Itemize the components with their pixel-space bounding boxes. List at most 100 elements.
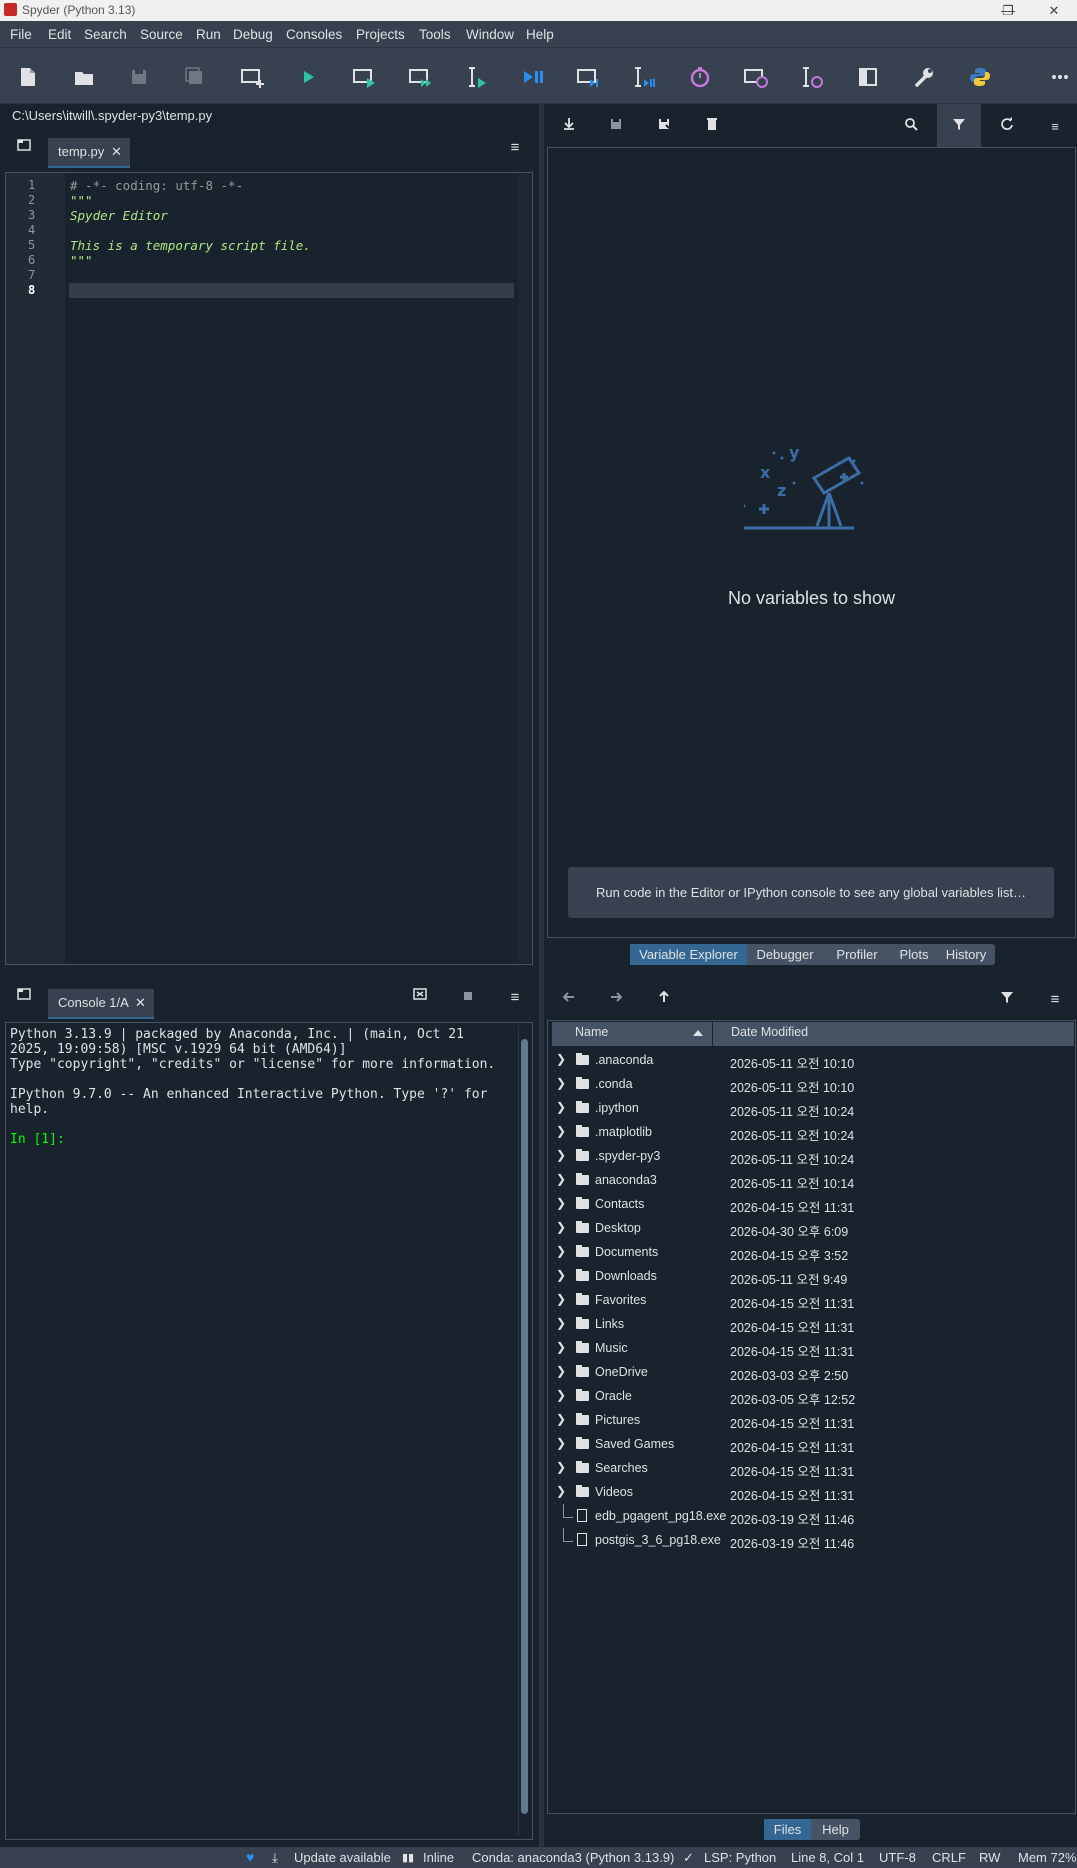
file-row[interactable]: ❯ Links 2026-04-15 오전 11:31 [552, 1312, 1072, 1336]
window-close-button[interactable]: ✕ [1031, 0, 1077, 21]
tab-temp-py[interactable]: temp.py ✕ [48, 138, 130, 168]
refresh-variables-icon[interactable] [995, 115, 1019, 139]
menu-run[interactable]: Run [196, 27, 221, 42]
file-row[interactable]: ❯ .ipython 2026-05-11 오전 10:24 [552, 1096, 1072, 1120]
column-header-date[interactable]: Date Modified [731, 1025, 808, 1039]
filter-variables-icon[interactable] [947, 115, 971, 139]
file-row[interactable]: ❯ Desktop 2026-04-30 오후 6:09 [552, 1216, 1072, 1240]
profile-cell-icon[interactable] [741, 62, 771, 92]
new-cell-icon[interactable] [237, 62, 267, 92]
file-row[interactable]: ❯ .spyder-py3 2026-05-11 오전 10:24 [552, 1144, 1072, 1168]
menu-help[interactable]: Help [526, 27, 554, 42]
save-data-as-icon[interactable] [652, 115, 676, 139]
expand-chevron-icon[interactable]: ❯ [556, 1052, 566, 1066]
expand-chevron-icon[interactable]: ❯ [556, 1244, 566, 1258]
file-row[interactable]: ❯ Saved Games 2026-04-15 오전 11:31 [552, 1432, 1072, 1456]
vertical-splitter[interactable] [539, 104, 544, 1847]
column-header-name[interactable]: Name [575, 1025, 608, 1039]
tab-profiler[interactable]: Profiler [823, 944, 891, 965]
ipython-console[interactable]: Python 3.13.9 | packaged by Anaconda, In… [5, 1022, 533, 1840]
expand-chevron-icon[interactable]: ❯ [556, 1364, 566, 1378]
file-row[interactable]: ❯ Music 2026-04-15 오전 11:31 [552, 1336, 1072, 1360]
python-path-icon[interactable] [965, 62, 995, 92]
file-row[interactable]: ❯ anaconda3 2026-05-11 오전 10:14 [552, 1168, 1072, 1192]
new-file-icon[interactable] [12, 62, 42, 92]
file-row[interactable]: ❯ Searches 2026-04-15 오전 11:31 [552, 1456, 1072, 1480]
forward-arrow-icon[interactable] [604, 988, 628, 1012]
expand-chevron-icon[interactable]: ❯ [556, 1220, 566, 1234]
run-icon[interactable] [293, 62, 323, 92]
conda-env-status[interactable]: Conda: anaconda3 (Python 3.13.9) [472, 1850, 674, 1865]
expand-chevron-icon[interactable]: ❯ [556, 1196, 566, 1210]
debug-selection-icon[interactable] [629, 62, 659, 92]
console-options-menu-icon[interactable]: ≡ [503, 986, 527, 1010]
open-file-icon[interactable] [69, 62, 99, 92]
editor-options-menu-icon[interactable]: ≡ [503, 136, 527, 160]
files-options-menu-icon[interactable]: ≡ [1043, 988, 1067, 1012]
tab-console-1a[interactable]: Console 1/A ✕ [48, 989, 154, 1019]
menu-projects[interactable]: Projects [356, 27, 405, 42]
expand-chevron-icon[interactable]: ❯ [556, 1436, 566, 1450]
menu-edit[interactable]: Edit [48, 27, 71, 42]
left-horizontal-splitter[interactable] [0, 970, 539, 980]
update-available-status[interactable]: Update available [294, 1850, 391, 1865]
expand-chevron-icon[interactable]: ❯ [556, 1100, 566, 1114]
file-row[interactable]: ❯ Pictures 2026-04-15 오전 11:31 [552, 1408, 1072, 1432]
back-arrow-icon[interactable] [557, 988, 581, 1012]
expand-chevron-icon[interactable]: ❯ [556, 1340, 566, 1354]
expand-chevron-icon[interactable]: ❯ [556, 1172, 566, 1186]
file-row[interactable]: ❯ .matplotlib 2026-05-11 오전 10:24 [552, 1120, 1072, 1144]
file-row[interactable]: ❯ Favorites 2026-04-15 오전 11:31 [552, 1288, 1072, 1312]
menu-window[interactable]: Window [466, 27, 514, 42]
tab-help[interactable]: Help [811, 1819, 860, 1840]
expand-chevron-icon[interactable]: ❯ [556, 1148, 566, 1162]
tab-history[interactable]: History [937, 944, 995, 965]
debug-cell-icon[interactable] [573, 62, 603, 92]
expand-chevron-icon[interactable]: ❯ [556, 1124, 566, 1138]
window-restore-button[interactable]: ❐ [985, 0, 1031, 21]
menu-debug[interactable]: Debug [233, 27, 273, 42]
file-row[interactable]: edb_pgagent_pg18.exe 2026-03-19 오전 11:46 [552, 1504, 1072, 1528]
close-tab-icon[interactable]: ✕ [111, 138, 122, 166]
import-data-icon[interactable] [557, 115, 581, 139]
expand-chevron-icon[interactable]: ❯ [556, 1388, 566, 1402]
menu-consoles[interactable]: Consoles [286, 27, 342, 42]
file-row[interactable]: ❯ .conda 2026-05-11 오전 10:10 [552, 1072, 1072, 1096]
expand-chevron-icon[interactable]: ❯ [556, 1076, 566, 1090]
save-data-icon[interactable] [604, 115, 628, 139]
menu-search[interactable]: Search [84, 27, 127, 42]
search-variables-icon[interactable] [899, 115, 923, 139]
heart-icon[interactable]: ♥ [246, 1849, 254, 1865]
lsp-status[interactable]: LSP: Python [704, 1850, 776, 1865]
file-row[interactable]: ❯ Downloads 2026-05-11 오전 9:49 [552, 1264, 1072, 1288]
file-row[interactable]: ❯ Oracle 2026-03-05 오후 12:52 [552, 1384, 1072, 1408]
run-cell-advance-icon[interactable] [405, 62, 435, 92]
more-options-icon[interactable] [1045, 62, 1075, 92]
file-row[interactable]: ❯ .anaconda 2026-05-11 오전 10:10 [552, 1048, 1072, 1072]
inline-backend-status[interactable]: Inline [423, 1850, 454, 1865]
file-row[interactable]: postgis_3_6_pg18.exe 2026-03-19 오전 11:46 [552, 1528, 1072, 1552]
expand-chevron-icon[interactable]: ❯ [556, 1316, 566, 1330]
expand-chevron-icon[interactable]: ❯ [556, 1484, 566, 1498]
file-row[interactable]: ❯ OneDrive 2026-03-03 오후 2:50 [552, 1360, 1072, 1384]
expand-chevron-icon[interactable]: ❯ [556, 1292, 566, 1306]
file-row[interactable]: ❯ Documents 2026-04-15 오후 3:52 [552, 1240, 1072, 1264]
run-cell-icon[interactable] [349, 62, 379, 92]
expand-chevron-icon[interactable]: ❯ [556, 1412, 566, 1426]
close-console-icon[interactable]: ✕ [135, 989, 146, 1017]
profile-selection-icon[interactable] [797, 62, 827, 92]
filter-files-icon[interactable] [995, 988, 1019, 1012]
menu-source[interactable]: Source [140, 27, 183, 42]
preferences-wrench-icon[interactable] [909, 62, 939, 92]
code-editor[interactable]: 1 2 3 4 5 6 7 8 # -*- coding: utf-8 -*- … [5, 172, 533, 965]
console-scrollbar[interactable] [518, 1025, 530, 1837]
menu-file[interactable]: File [10, 27, 32, 42]
expand-chevron-icon[interactable]: ❯ [556, 1268, 566, 1282]
maximize-pane-icon[interactable] [853, 62, 883, 92]
file-row[interactable]: ❯ Contacts 2026-04-15 오전 11:31 [552, 1192, 1072, 1216]
browse-console-tabs-icon[interactable] [12, 986, 36, 1010]
debug-icon[interactable] [517, 62, 547, 92]
browse-tabs-icon[interactable] [12, 137, 36, 161]
menu-tools[interactable]: Tools [419, 27, 451, 42]
tab-files[interactable]: Files [764, 1819, 811, 1840]
